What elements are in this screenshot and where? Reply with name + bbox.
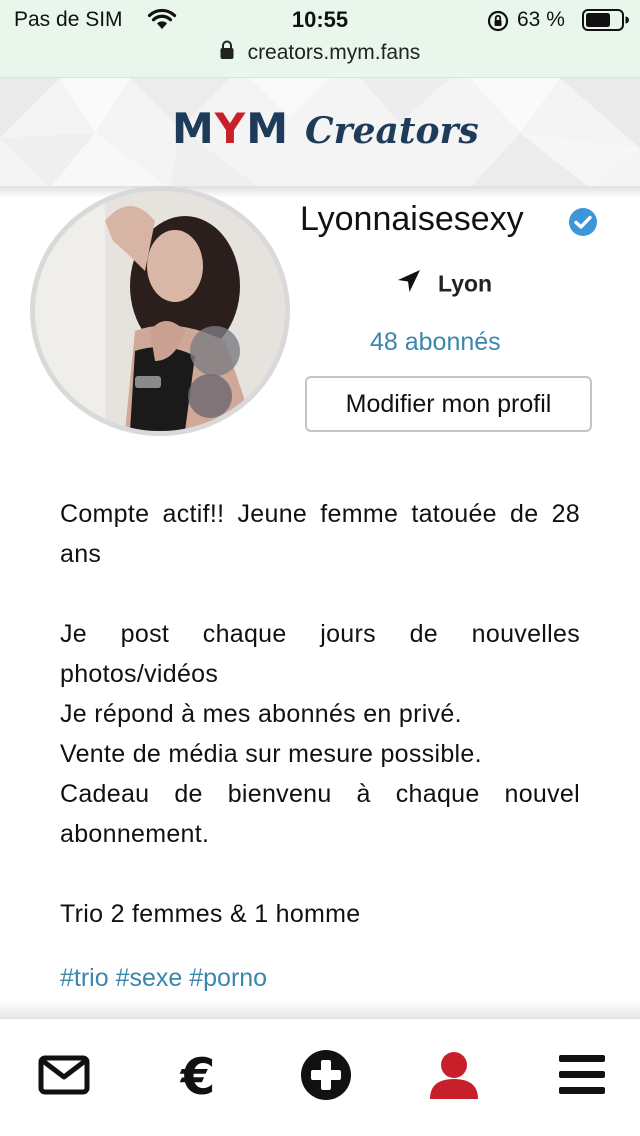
url-text: creators.mym.fans [247,41,421,64]
add-post-button[interactable] [296,1047,356,1107]
status-bar: Pas de SIM 10:55 63 % [0,0,640,40]
payments-button[interactable]: € [168,1047,228,1107]
menu-button[interactable] [552,1047,612,1107]
padlock-icon [220,40,234,66]
battery-icon [582,9,630,36]
bio-line: Vente de média sur mesure possible. [60,740,482,768]
bottom-nav: € [0,1018,640,1136]
messages-button[interactable] [34,1047,94,1107]
mym-creators-logo[interactable]: MYM Creators [172,104,479,164]
edit-profile-button[interactable]: Modifier mon profil [305,376,592,432]
location-label: Lyon [438,270,493,297]
site-header: MYM Creators [0,78,640,188]
hashtags[interactable]: #trio #sexe #porno [60,964,267,993]
bottom-shadow [0,1000,640,1018]
euro-icon: € [180,1048,216,1106]
url-bar[interactable]: creators.mym.fans [0,40,640,78]
menu-icon [559,1054,605,1101]
avatar-photo [35,191,285,431]
bio-paragraph: Je post chaque jours de nouvelles photos… [60,620,580,688]
battery-percent: 63 % [517,8,565,31]
bio-line: Cadeau de bienvenu à chaque nouvel abonn… [60,780,580,848]
rotation-lock-icon [486,9,510,38]
user-icon [428,1051,480,1104]
location-arrow-icon [396,268,422,300]
envelope-icon [38,1055,90,1100]
profile-bio: Compte actif!! Jeune femme tatouée de 28… [60,494,580,934]
profile-location: Lyon [396,268,492,300]
bio-line: Je répond à mes abonnés en privé. [60,700,462,728]
plus-circle-icon [300,1049,352,1106]
subscribers-count[interactable]: 48 abonnés [370,328,501,357]
bio-paragraph: Compte actif!! Jeune femme tatouée de 28… [60,500,580,568]
profile-nav-button[interactable] [424,1047,484,1107]
bio-line: Trio 2 femmes & 1 homme [60,900,361,928]
verified-badge-icon [567,206,599,243]
profile-avatar[interactable] [30,186,290,436]
avatar [30,186,290,436]
profile-username: Lyonnaisesexy [300,200,524,238]
